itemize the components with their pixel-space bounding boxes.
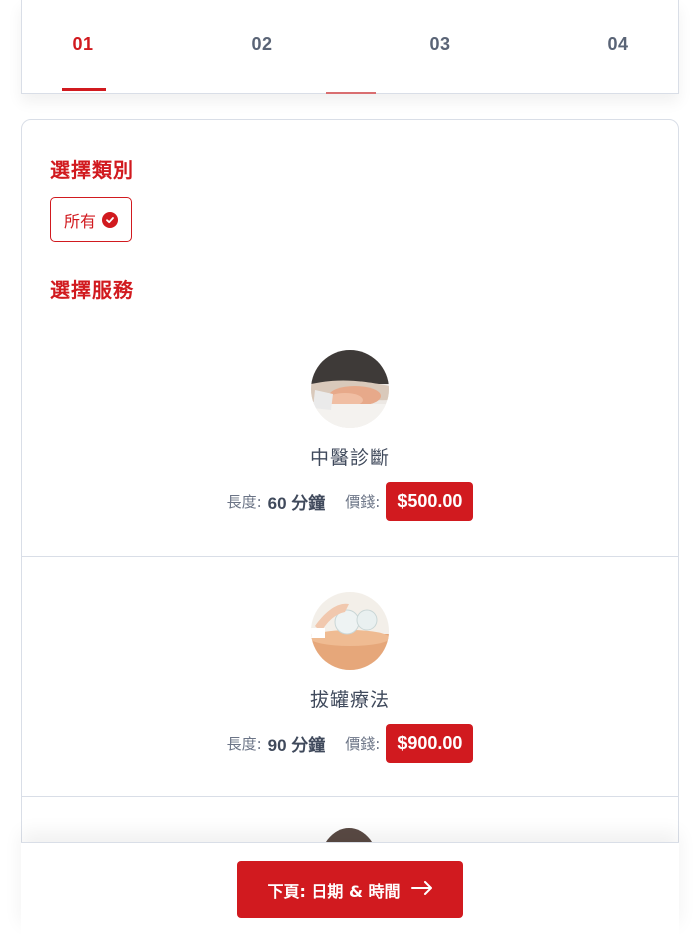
next-step-label: 下頁: 日期 & 時間 xyxy=(267,881,401,901)
category-chip-all[interactable]: 所有 xyxy=(50,197,132,242)
service-name: 拔罐療法 xyxy=(309,689,390,711)
service-meta: 長度: 60 分鐘 價錢: $500.00 xyxy=(22,482,678,521)
service-thumbnail xyxy=(311,592,389,670)
steps-nav: 01 02 03 04 xyxy=(21,0,679,94)
price-label: 價錢: xyxy=(345,735,381,753)
duration-value: 60 分鐘 xyxy=(267,494,326,513)
footer-bar: 下頁: 日期 & 時間 xyxy=(21,842,679,934)
service-item[interactable]: 拔罐療法 長度: 90 分鐘 價錢: $900.00 xyxy=(22,556,678,796)
step-tab-01[interactable]: 01 xyxy=(53,34,113,55)
active-step-indicator xyxy=(62,88,106,91)
duration-value: 90 分鐘 xyxy=(267,736,326,755)
price-badge: $500.00 xyxy=(386,482,474,521)
services-title: 選擇服務 xyxy=(50,278,134,302)
service-item[interactable]: 中醫診斷 長度: 60 分鐘 價錢: $500.00 xyxy=(22,316,678,556)
check-circle-icon xyxy=(102,211,118,228)
category-title: 選擇類別 xyxy=(50,158,134,182)
duration-label: 長度: xyxy=(226,735,262,753)
step-tab-02[interactable]: 02 xyxy=(232,34,292,55)
price-label: 價錢: xyxy=(345,493,381,511)
next-step-button[interactable]: 下頁: 日期 & 時間 xyxy=(237,861,463,918)
duration-label: 長度: xyxy=(226,493,262,511)
service-meta: 長度: 90 分鐘 價錢: $900.00 xyxy=(22,724,678,763)
service-selection-card: 選擇類別 所有 選擇服務 中醫診斷 長度: 60 分鐘 價錢: $500.00 xyxy=(21,119,679,934)
service-thumbnail xyxy=(311,350,389,428)
service-name: 中醫診斷 xyxy=(309,447,390,469)
step-tab-04[interactable]: 04 xyxy=(588,34,648,55)
progress-indicator xyxy=(326,92,376,94)
category-chip-label: 所有 xyxy=(63,211,96,231)
step-tab-03[interactable]: 03 xyxy=(410,34,470,55)
arrow-right-icon xyxy=(410,880,433,899)
price-badge: $900.00 xyxy=(386,724,474,763)
